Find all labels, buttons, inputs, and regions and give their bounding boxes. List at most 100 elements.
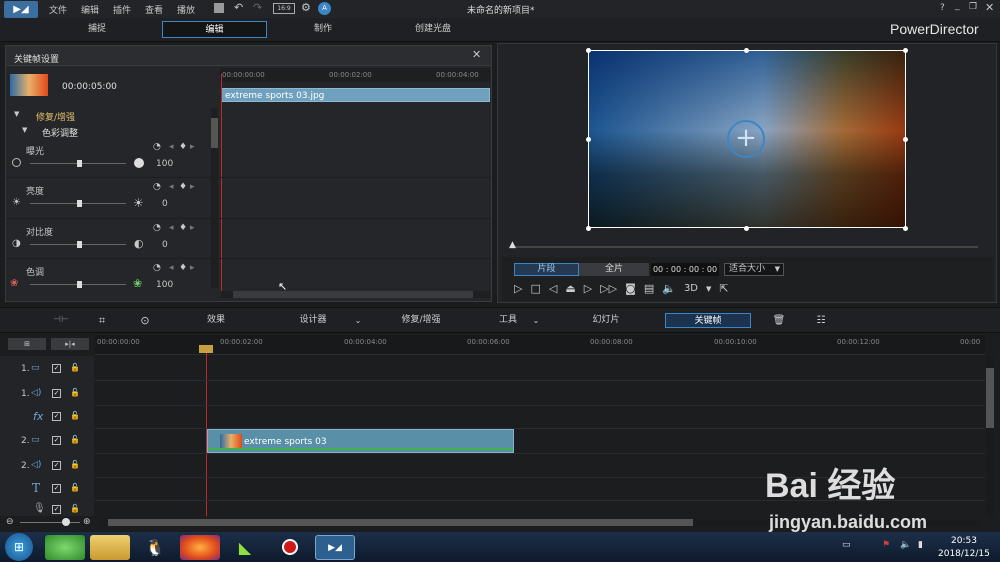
tab-create-disc[interactable]: 创建光盘 (395, 21, 471, 38)
redo-icon[interactable]: ↷ (253, 1, 262, 14)
track-enable-checkbox[interactable]: ✓ (52, 505, 61, 514)
tab-capture[interactable]: 捕捉 (60, 21, 134, 38)
snapshot-icon[interactable]: ◙ (625, 282, 636, 295)
chevron-down-icon[interactable]: ▼ (706, 285, 711, 293)
circle-chevron-icon[interactable]: ⊙ (138, 313, 152, 328)
mode-3d-button[interactable]: 3D (684, 283, 698, 294)
lock-icon[interactable]: 🔓 (70, 435, 80, 444)
kf-playhead[interactable] (221, 74, 222, 294)
effects-button[interactable]: 效果 (196, 313, 236, 328)
fit-timeline-button[interactable]: ▸|◂ (51, 338, 89, 350)
next-keyframe-icon[interactable]: ▸ (190, 182, 195, 192)
more-options-icon[interactable]: ☷ (814, 313, 828, 328)
collapse-arrow-icon[interactable]: ▼ (14, 110, 19, 118)
undock-icon[interactable]: ⇱ (719, 282, 728, 295)
taskbar-browser-icon[interactable] (45, 535, 85, 560)
menu-view[interactable]: 查看 (145, 3, 163, 16)
clip-mode-tab[interactable]: 片段 (514, 263, 579, 276)
brightness-slider[interactable] (77, 200, 82, 207)
undo-icon[interactable]: ↶ (234, 1, 243, 14)
split-icon[interactable]: ⏏ (565, 282, 575, 295)
collapse-arrow-icon[interactable]: ▼ (22, 126, 27, 134)
track-enable-checkbox[interactable]: ✓ (52, 364, 61, 373)
scrubber-thumb-icon[interactable]: ▲ (509, 240, 516, 250)
add-keyframe-icon[interactable]: ♦ (179, 223, 187, 233)
reset-icon[interactable]: ◔ (153, 223, 161, 233)
movie-mode-tab[interactable]: 全片 (579, 263, 649, 276)
taskbar-media-icon[interactable]: ◣ (225, 535, 265, 560)
designer-button[interactable]: 设计器 (290, 313, 336, 328)
hue-slider[interactable] (77, 281, 82, 288)
track-enable-checkbox[interactable]: ✓ (52, 461, 61, 470)
start-button[interactable]: ⊞ (5, 533, 33, 561)
exposure-value[interactable]: 100 (156, 159, 173, 169)
reset-icon[interactable]: ◔ (153, 182, 161, 192)
tab-edit[interactable]: 编辑 (162, 21, 267, 38)
menu-file[interactable]: 文件 (49, 3, 67, 16)
tray-keyboard-icon[interactable]: ▭ (842, 540, 851, 550)
track-enable-checkbox[interactable]: ✓ (52, 436, 61, 445)
minimize-icon[interactable]: _ (955, 1, 960, 11)
subtitle-icon[interactable]: ▤ (644, 282, 654, 295)
zoom-out-icon[interactable]: ⊖ (6, 517, 14, 527)
keyframe-button[interactable]: 关键帧 (665, 313, 751, 328)
zoom-in-icon[interactable]: ⊕ (83, 517, 91, 527)
timecode-display[interactable]: 00 : 00 : 00 : 00 (651, 263, 719, 276)
taskbar-record-icon[interactable] (270, 535, 310, 560)
add-keyframe-icon[interactable]: ♦ (179, 142, 187, 152)
chevron-down-icon[interactable]: ⌄ (530, 313, 542, 328)
track-enable-checkbox[interactable]: ✓ (52, 412, 61, 421)
hue-value[interactable]: 100 (156, 280, 173, 290)
save-icon[interactable] (214, 3, 224, 13)
playhead-marker[interactable] (199, 345, 213, 353)
taskbar-qq-icon[interactable]: 🐧 (135, 535, 175, 560)
chevron-down-icon[interactable]: ⌄ (352, 313, 364, 328)
taskbar-folder-icon[interactable] (90, 535, 130, 560)
menu-edit[interactable]: 编辑 (81, 3, 99, 16)
delete-trash-icon[interactable]: 🗑 (772, 313, 786, 328)
menu-play[interactable]: 播放 (177, 3, 195, 16)
tab-produce[interactable]: 制作 (285, 21, 361, 38)
fast-forward-icon[interactable]: ▷▷ (600, 282, 617, 295)
prev-keyframe-icon[interactable]: ◂ (169, 182, 174, 192)
track-enable-checkbox[interactable]: ✓ (52, 389, 61, 398)
contrast-slider[interactable] (77, 241, 82, 248)
section-fix-enhance[interactable]: 修复/增强 (36, 110, 75, 123)
track-enable-checkbox[interactable]: ✓ (52, 484, 61, 493)
restore-icon[interactable]: ❐ (969, 2, 977, 12)
horizontal-scrollbar[interactable] (221, 291, 490, 298)
tray-volume-icon[interactable]: 🔈 (900, 540, 911, 550)
prev-keyframe-icon[interactable]: ◂ (169, 223, 174, 233)
tray-notification-icon[interactable]: ⚑ (882, 540, 890, 550)
next-keyframe-icon[interactable]: ▸ (190, 263, 195, 273)
next-frame-icon[interactable]: ▷ (584, 282, 592, 295)
preview-scrubber[interactable] (512, 246, 978, 248)
lock-icon[interactable]: 🔓 (70, 363, 80, 372)
contrast-value[interactable]: 0 (162, 240, 168, 250)
reset-icon[interactable]: ◔ (153, 263, 161, 273)
fit-size-dropdown[interactable]: 适合大小 ▼ (724, 263, 784, 276)
tools-button[interactable]: 工具 (490, 313, 526, 328)
add-keyframe-icon[interactable]: ♦ (179, 182, 187, 192)
taskbar-firefox-icon[interactable] (180, 535, 220, 560)
settings-gear-icon[interactable]: ⚙ (301, 1, 311, 14)
play-icon[interactable]: ▷ (514, 282, 522, 295)
zoom-slider[interactable] (20, 522, 80, 523)
split-tool-icon[interactable]: ⊣⊢ (52, 313, 70, 328)
next-keyframe-icon[interactable]: ▸ (190, 223, 195, 233)
lock-icon[interactable]: 🔓 (70, 483, 80, 492)
aspect-ratio-icon[interactable]: 16:9 (273, 3, 295, 14)
brightness-value[interactable]: 0 (162, 199, 168, 209)
clock-date[interactable]: 2018/12/15 (938, 549, 990, 559)
add-keyframe-icon[interactable]: ♦ (179, 263, 187, 273)
lock-icon[interactable]: 🔓 (70, 504, 80, 513)
menu-plugins[interactable]: 插件 (113, 3, 131, 16)
prev-frame-icon[interactable]: ◁ (549, 282, 557, 295)
taskbar-powerdirector-icon[interactable]: ▶◢ (315, 535, 355, 560)
volume-icon[interactable]: 🔈 (662, 282, 676, 295)
vertical-scrollbar[interactable] (211, 108, 218, 288)
prev-keyframe-icon[interactable]: ◂ (169, 263, 174, 273)
help-button[interactable]: ? (940, 3, 945, 13)
update-icon[interactable]: A (318, 2, 331, 15)
tray-network-icon[interactable]: ▮ (918, 540, 923, 550)
